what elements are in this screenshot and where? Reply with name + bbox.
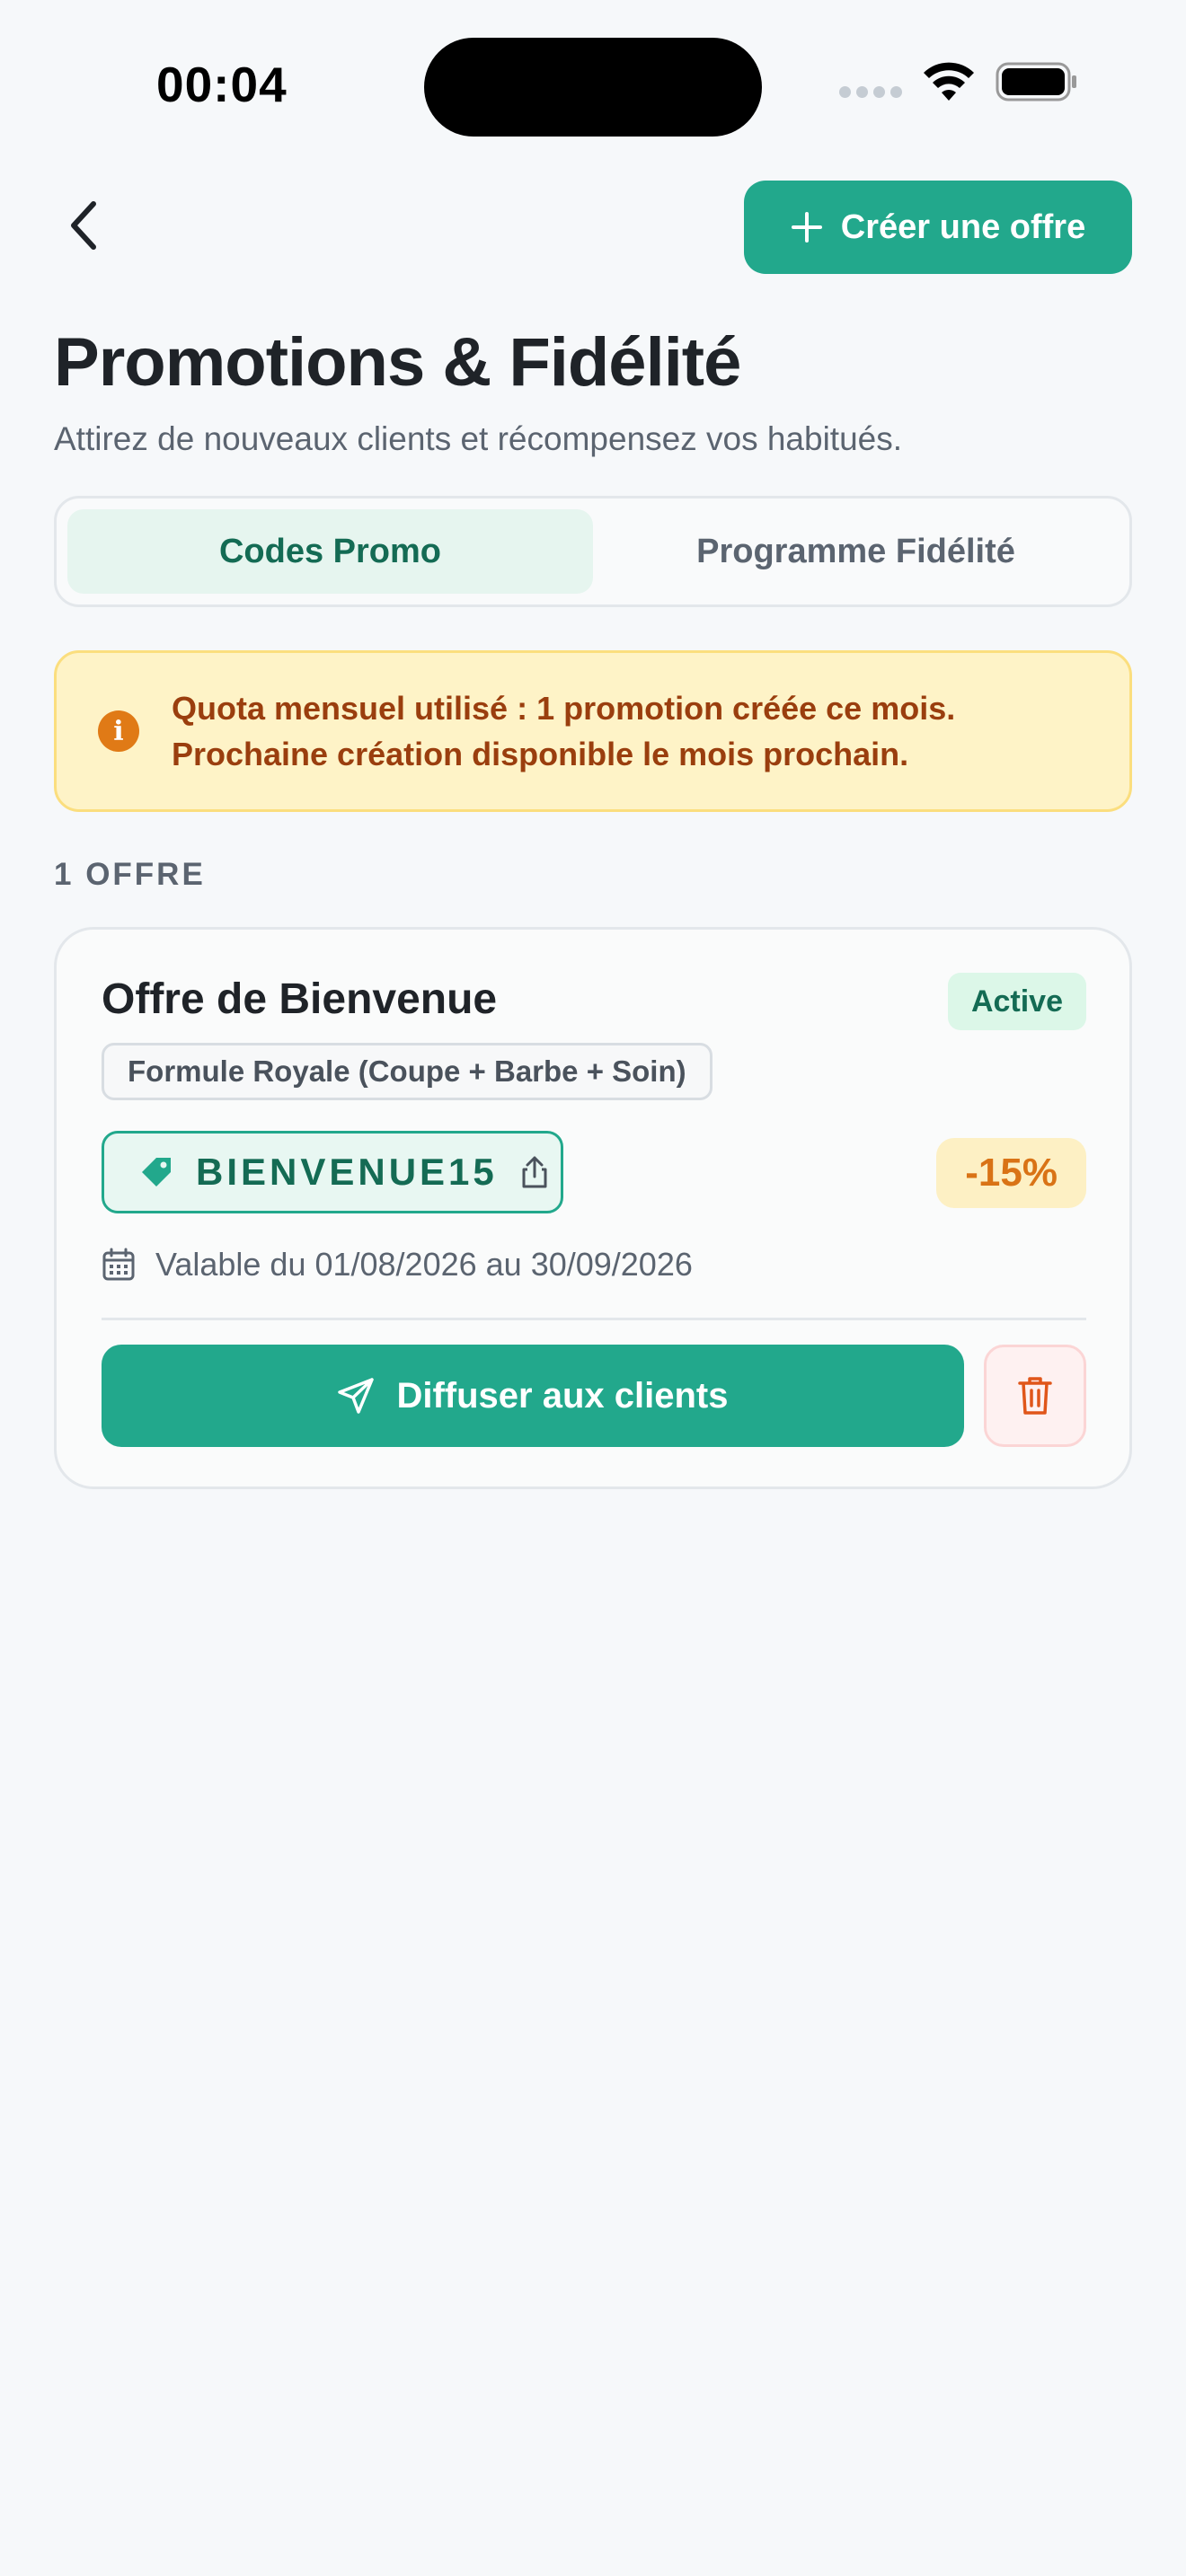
battery-icon: [996, 62, 1076, 101]
page-title: Promotions & Fidélité: [54, 324, 741, 401]
promo-code: BIENVENUE15: [196, 1151, 498, 1193]
status-time: 00:04: [156, 57, 288, 112]
dynamic-island: [424, 38, 762, 137]
info-icon: i: [98, 710, 139, 752]
quota-alert-line1: Quota mensuel utilisé : 1 promotion créé…: [172, 690, 956, 727]
chevron-left-icon: [71, 201, 96, 250]
tab-bar: Codes Promo Programme Fidélité: [54, 496, 1132, 607]
create-offer-label: Créer une offre: [840, 207, 1086, 246]
create-offer-button[interactable]: Créer une offre: [744, 181, 1132, 274]
promotions-screen: 00:04 Créer une offre Promotions & Fidél…: [0, 0, 1186, 2576]
validity-text: Valable du 01/08/2026 au 30/09/2026: [155, 1246, 693, 1283]
validity-row: Valable du 01/08/2026 au 30/09/2026: [102, 1246, 693, 1284]
wifi-icon: [924, 62, 974, 101]
share-icon[interactable]: [519, 1155, 550, 1189]
back-button[interactable]: [58, 194, 111, 257]
discount-badge: -15%: [936, 1138, 1086, 1208]
status-badge: Active: [947, 973, 1086, 1030]
delete-button[interactable]: [984, 1345, 1086, 1447]
quota-alert-line2: Prochaine création disponible le mois pr…: [172, 736, 909, 772]
quota-alert-text: Quota mensuel utilisé : 1 promotion créé…: [172, 685, 955, 777]
tab-loyalty-program[interactable]: Programme Fidélité: [593, 509, 1119, 594]
offers-count: 1 OFFRE: [54, 857, 206, 892]
plus-icon: [791, 212, 822, 243]
quota-alert: i Quota mensuel utilisé : 1 promotion cr…: [54, 650, 1132, 812]
calendar-icon: [102, 1248, 135, 1281]
send-icon: [338, 1378, 375, 1414]
card-divider: [102, 1318, 1086, 1320]
broadcast-button[interactable]: Diffuser aux clients: [102, 1345, 964, 1447]
trash-icon: [1018, 1377, 1052, 1415]
broadcast-label: Diffuser aux clients: [396, 1375, 729, 1416]
tab-promo-codes[interactable]: Codes Promo: [67, 509, 593, 594]
status-icons: [839, 61, 1078, 102]
offer-card[interactable]: Offre de Bienvenue Active Formule Royale…: [54, 927, 1132, 1489]
promo-code-box[interactable]: BIENVENUE15: [102, 1131, 563, 1213]
service-chip: Formule Royale (Coupe + Barbe + Soin): [102, 1043, 712, 1100]
cellular-signal-icon: [839, 85, 902, 98]
tag-icon: [142, 1158, 171, 1187]
page-subtitle: Attirez de nouveaux clients et récompens…: [54, 420, 903, 457]
offer-title: Offre de Bienvenue: [102, 975, 498, 1023]
